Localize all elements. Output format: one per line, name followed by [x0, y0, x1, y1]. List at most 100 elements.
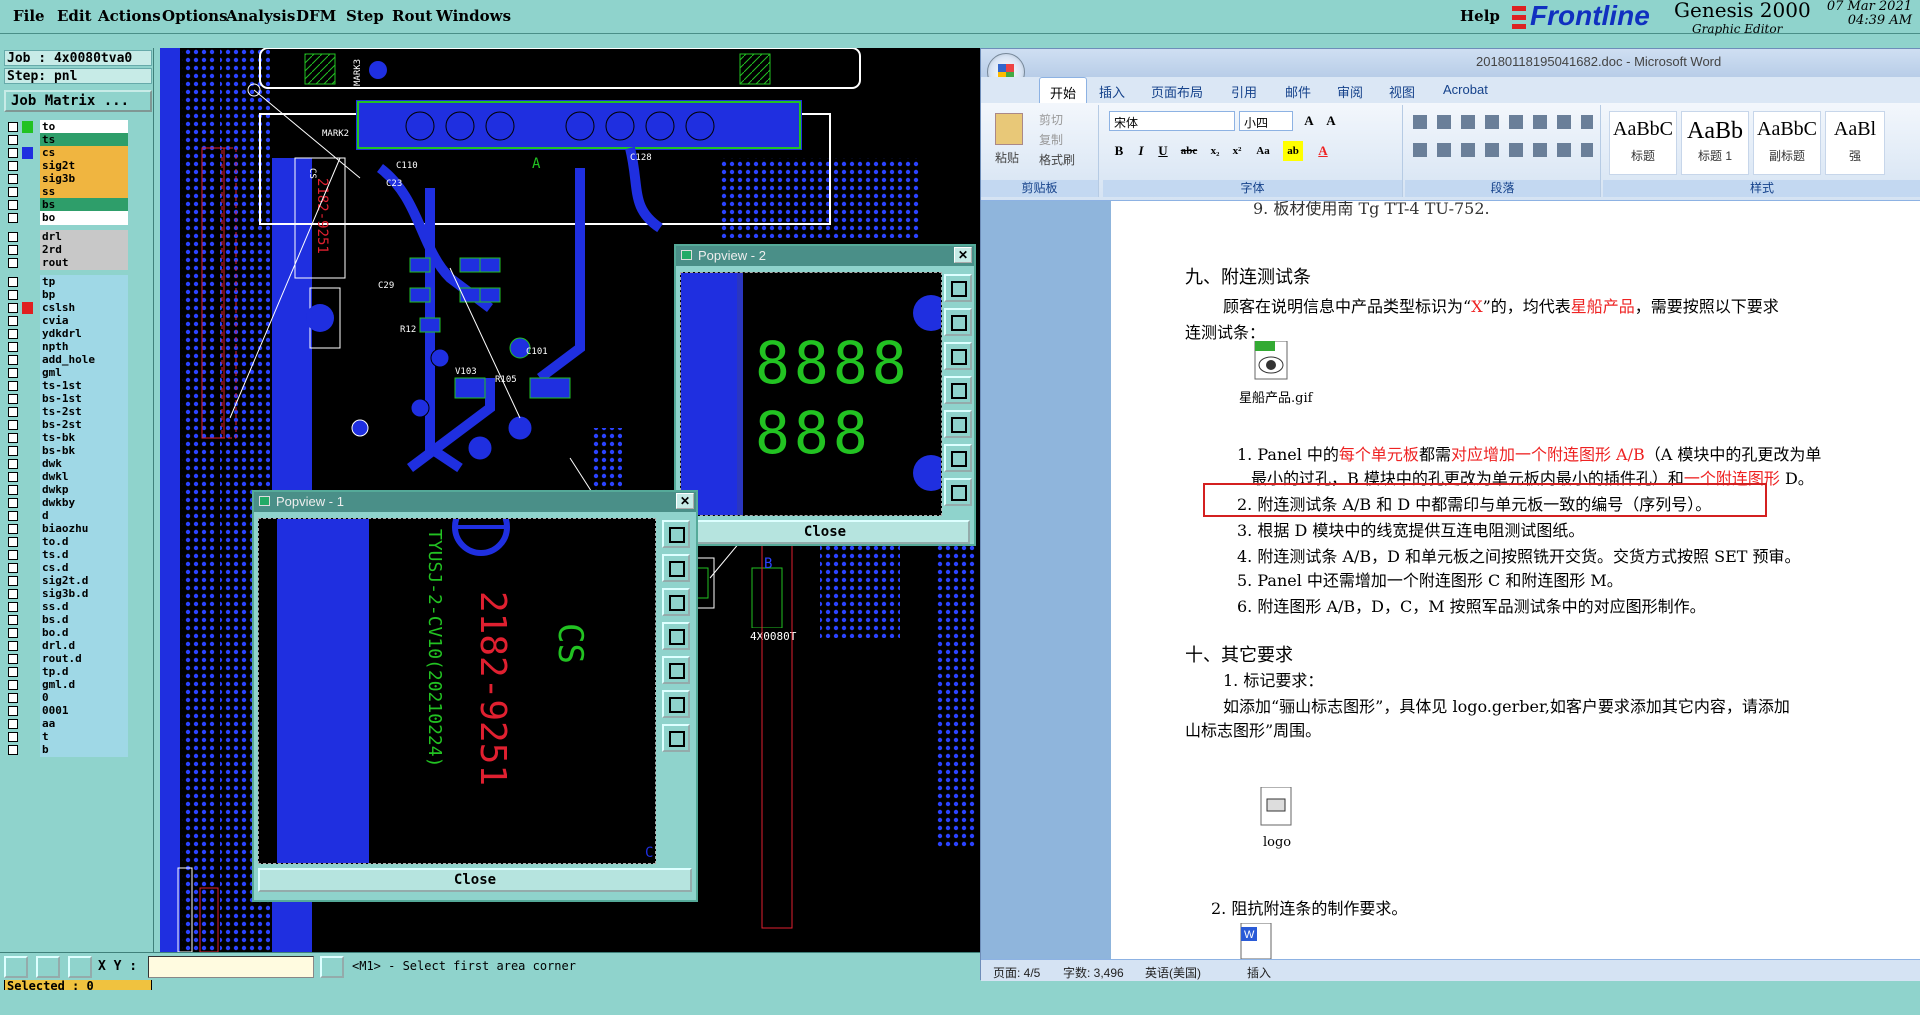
layer-checkbox[interactable]: [8, 394, 18, 404]
layer-row[interactable]: bo: [6, 211, 128, 225]
layer-row[interactable]: cs: [6, 146, 128, 160]
layer-row[interactable]: ts: [6, 133, 128, 147]
font-color-icon[interactable]: A: [1313, 141, 1333, 161]
zoom-out-icon[interactable]: [944, 478, 972, 506]
font-name-select[interactable]: 宋体: [1109, 111, 1235, 131]
layer-checkbox[interactable]: [8, 355, 18, 365]
layer-checkbox[interactable]: [8, 446, 18, 456]
layer-checkbox[interactable]: [8, 615, 18, 625]
layer-row[interactable]: ss.d: [6, 600, 128, 614]
layer-row[interactable]: cslsh: [6, 301, 128, 315]
popview-1-titlebar[interactable]: Popview - 1 ✕: [254, 492, 696, 512]
layer-row[interactable]: tp: [6, 275, 128, 289]
layer-checkbox[interactable]: [8, 277, 18, 287]
tab-mailings[interactable]: 邮件: [1285, 82, 1311, 101]
layer-checkbox[interactable]: [8, 485, 18, 495]
layer-checkbox[interactable]: [8, 693, 18, 703]
menu-help[interactable]: Help: [1460, 7, 1500, 25]
layer-row[interactable]: ydkdrl: [6, 327, 128, 341]
layer-row[interactable]: ss: [6, 185, 128, 199]
layer-row[interactable]: dwk: [6, 457, 128, 471]
layer-row[interactable]: bs-2st: [6, 418, 128, 432]
bold-icon[interactable]: B: [1109, 141, 1129, 161]
layer-checkbox[interactable]: [8, 680, 18, 690]
highlight-icon[interactable]: ab: [1283, 141, 1303, 161]
layer-row[interactable]: sig2t: [6, 159, 128, 173]
zoom-fit-icon[interactable]: [662, 520, 690, 548]
layer-row[interactable]: bs-1st: [6, 392, 128, 406]
layer-checkbox[interactable]: [8, 433, 18, 443]
menu-actions[interactable]: Actions: [98, 7, 161, 25]
word-doc-icon[interactable]: W: [1239, 923, 1273, 959]
layer-checkbox[interactable]: [8, 407, 18, 417]
layer-row[interactable]: ts-1st: [6, 379, 128, 393]
layer-checkbox[interactable]: [8, 511, 18, 521]
layer-checkbox[interactable]: [8, 472, 18, 482]
layer-row[interactable]: gml: [6, 366, 128, 380]
layer-row[interactable]: cs.d: [6, 561, 128, 575]
tab-view[interactable]: 视图: [1389, 82, 1415, 101]
grow-font-icon[interactable]: A: [1299, 111, 1319, 131]
layer-checkbox[interactable]: [8, 745, 18, 755]
layer-row[interactable]: sig3b.d: [6, 587, 128, 601]
layer-row[interactable]: aa: [6, 717, 128, 731]
insert-mode[interactable]: 插入: [1247, 964, 1271, 981]
pan-down-icon[interactable]: [944, 342, 972, 370]
cut-button[interactable]: 剪切: [1039, 111, 1063, 128]
popview-2-canvas[interactable]: 8888 888: [680, 272, 949, 516]
layer-checkbox[interactable]: [8, 537, 18, 547]
document-page[interactable]: 9. 板材使用南 Tg TT-4 TU-752. 九、附连测试条 顾客在说明信息…: [1111, 201, 1920, 959]
layer-row[interactable]: drl: [6, 230, 128, 244]
layer-row[interactable]: bp: [6, 288, 128, 302]
layer-checkbox[interactable]: [8, 550, 18, 560]
job-matrix-button[interactable]: Job Matrix ...: [4, 90, 152, 112]
layer-row[interactable]: dwkby: [6, 496, 128, 510]
layer-row[interactable]: cvia: [6, 314, 128, 328]
menu-options[interactable]: Options: [162, 7, 228, 25]
paste-icon[interactable]: [995, 113, 1023, 145]
language[interactable]: 英语(美国): [1145, 964, 1201, 981]
layer-row[interactable]: 0001: [6, 704, 128, 718]
pan-left-icon[interactable]: [662, 622, 690, 650]
layer-row[interactable]: bs: [6, 198, 128, 212]
format-painter-button[interactable]: 格式刷: [1039, 151, 1075, 168]
layer-row[interactable]: ts-bk: [6, 431, 128, 445]
xy-input[interactable]: [148, 956, 314, 978]
layer-row[interactable]: npth: [6, 340, 128, 354]
layer-checkbox[interactable]: [8, 329, 18, 339]
paste-button[interactable]: 粘贴: [995, 149, 1019, 166]
layer-checkbox[interactable]: [8, 122, 18, 132]
grid-tool-icon[interactable]: [68, 956, 92, 978]
layer-row[interactable]: sig2t.d: [6, 574, 128, 588]
pan-right-icon[interactable]: [662, 656, 690, 684]
layer-checkbox[interactable]: [8, 213, 18, 223]
layer-checkbox[interactable]: [8, 368, 18, 378]
menu-analysis[interactable]: Analysis: [226, 7, 295, 25]
close-icon[interactable]: ✕: [954, 247, 972, 263]
popview-1-close-button[interactable]: Close: [258, 868, 692, 892]
font-size-select[interactable]: 小四: [1239, 111, 1293, 131]
popview-1-canvas[interactable]: 2182-9251 TYUSJ-2-CV10(20210224) CS C: [258, 498, 656, 864]
layer-checkbox[interactable]: [8, 135, 18, 145]
layer-checkbox[interactable]: [8, 342, 18, 352]
italic-icon[interactable]: I: [1131, 141, 1151, 161]
layer-row[interactable]: rout.d: [6, 652, 128, 666]
tab-references[interactable]: 引用: [1231, 82, 1257, 101]
layer-checkbox[interactable]: [8, 628, 18, 638]
layer-checkbox[interactable]: [8, 174, 18, 184]
layer-checkbox[interactable]: [8, 381, 18, 391]
layer-row[interactable]: drl.d: [6, 639, 128, 653]
menu-dfm[interactable]: DFM: [296, 7, 336, 25]
pan-down-icon[interactable]: [662, 588, 690, 616]
layer-checkbox[interactable]: [8, 602, 18, 612]
layer-row[interactable]: ts-2st: [6, 405, 128, 419]
menu-edit[interactable]: Edit: [57, 7, 92, 25]
select-tool-icon[interactable]: [4, 956, 28, 978]
layer-checkbox[interactable]: [8, 245, 18, 255]
layer-row[interactable]: to.d: [6, 535, 128, 549]
tab-insert[interactable]: 插入: [1099, 82, 1125, 101]
layer-checkbox[interactable]: [8, 732, 18, 742]
zoom-in-icon[interactable]: [944, 444, 972, 472]
tab-acrobat[interactable]: Acrobat: [1443, 82, 1488, 97]
layer-row[interactable]: b: [6, 743, 128, 757]
